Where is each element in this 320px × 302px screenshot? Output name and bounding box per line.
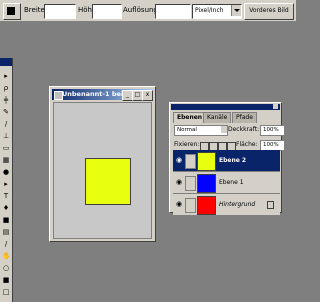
close-icon[interactable] [273,104,278,109]
move-tool-icon[interactable]: ▸ [2,72,10,80]
hand-tool-icon[interactable]: ✋ [2,252,10,260]
brush-tool-icon[interactable]: / [2,120,10,128]
layer-thumbnail [197,152,216,171]
zoom-tool-icon[interactable]: ○ [2,264,10,272]
eye-icon[interactable]: ◉ [175,201,183,208]
lock-icon [267,201,274,209]
path-tool-icon[interactable]: ▸ [2,180,10,188]
pen-tool-icon[interactable]: ♦ [2,204,10,212]
front-image-button[interactable]: Vorderes Bild [244,3,294,20]
options-bar: Breite: Höhe: Auflösung: Pixel/Inch Vord… [0,0,296,22]
height-field[interactable] [92,4,122,19]
healing-tool-icon[interactable]: ✎ [2,108,10,116]
yellow-square-shape[interactable] [85,158,131,205]
opacity-value: 100% [263,127,279,133]
resolution-unit-select[interactable]: Pixel/Inch [192,4,242,19]
tool-preset-button[interactable] [3,3,21,20]
fill-value: 100% [263,142,279,148]
layer-thumbnail [197,196,216,215]
resolution-field[interactable] [155,4,191,19]
layer-thumbnail [197,174,216,193]
opacity-label: Deckkraft: [228,126,260,133]
color-swatch-icon[interactable]: ■ [2,276,10,284]
fill-label: Fläche: [236,141,258,148]
tab-pfade[interactable]: Pfade [232,112,257,123]
layers-palette-titlebar[interactable] [171,104,280,110]
document-canvas[interactable] [53,102,152,239]
toolbox-titlebar [0,58,12,66]
eye-icon[interactable]: ◉ [175,179,183,186]
link-box[interactable] [185,176,196,191]
crop-tool-icon[interactable]: ╪ [2,96,10,104]
shape-tool-icon[interactable]: ■ [2,216,10,224]
lock-label: Fixieren: [174,141,200,148]
eyedropper-tool-icon[interactable]: / [2,240,10,248]
layer-name[interactable]: Ebene 1 [219,172,244,193]
tab-kanaele[interactable]: Kanäle [203,112,232,123]
link-box[interactable] [185,198,196,213]
notes-tool-icon[interactable]: ▤ [2,228,10,236]
brush-icon[interactable] [185,154,196,169]
dodge-tool-icon[interactable]: ● [2,168,10,176]
eye-icon[interactable]: ◉ [175,157,183,164]
eraser-tool-icon[interactable]: ▭ [2,144,10,152]
close-button[interactable]: x [142,90,153,101]
tab-ebenen[interactable]: Ebenen [173,112,207,123]
lasso-tool-icon[interactable]: ρ [2,84,10,92]
layer-row-ebene-2[interactable]: ◉ Ebene 2 [173,150,280,172]
opacity-field[interactable]: 100% [260,125,285,136]
layer-row-hintergrund[interactable]: ◉ Hintergrund [173,194,280,216]
width-field[interactable] [44,4,76,19]
layer-name[interactable]: Hintergrund [219,194,255,215]
blend-mode-value: Normal [177,127,197,133]
layers-palette: Ebenen Kanäle Pfade Normal Deckkraft: 10… [169,102,285,216]
gradient-tool-icon[interactable]: ▦ [2,156,10,164]
stamp-tool-icon[interactable]: ⊥ [2,132,10,140]
document-titlebar[interactable]: Unbenannt-1 bei ... _ □ x [52,89,153,101]
toolbox: ▸ ρ ╪ ✎ / ⊥ ▭ ▦ ● ▸ T ♦ ■ ▤ / ✋ ○ ■ □ [0,58,13,302]
chevron-down-icon [231,5,241,16]
chevron-down-icon [221,126,227,133]
blend-mode-select[interactable]: Normal [174,125,228,136]
document-window[interactable]: Unbenannt-1 bei ... _ □ x [49,86,156,242]
layer-row-ebene-1[interactable]: ◉ Ebene 1 [173,172,280,194]
quickmask-icon[interactable]: □ [2,288,10,296]
resolution-unit-value: Pixel/Inch [195,7,224,14]
type-tool-icon[interactable]: T [2,192,10,200]
layer-name[interactable]: Ebene 2 [219,150,246,171]
crop-tool-icon [7,7,15,15]
